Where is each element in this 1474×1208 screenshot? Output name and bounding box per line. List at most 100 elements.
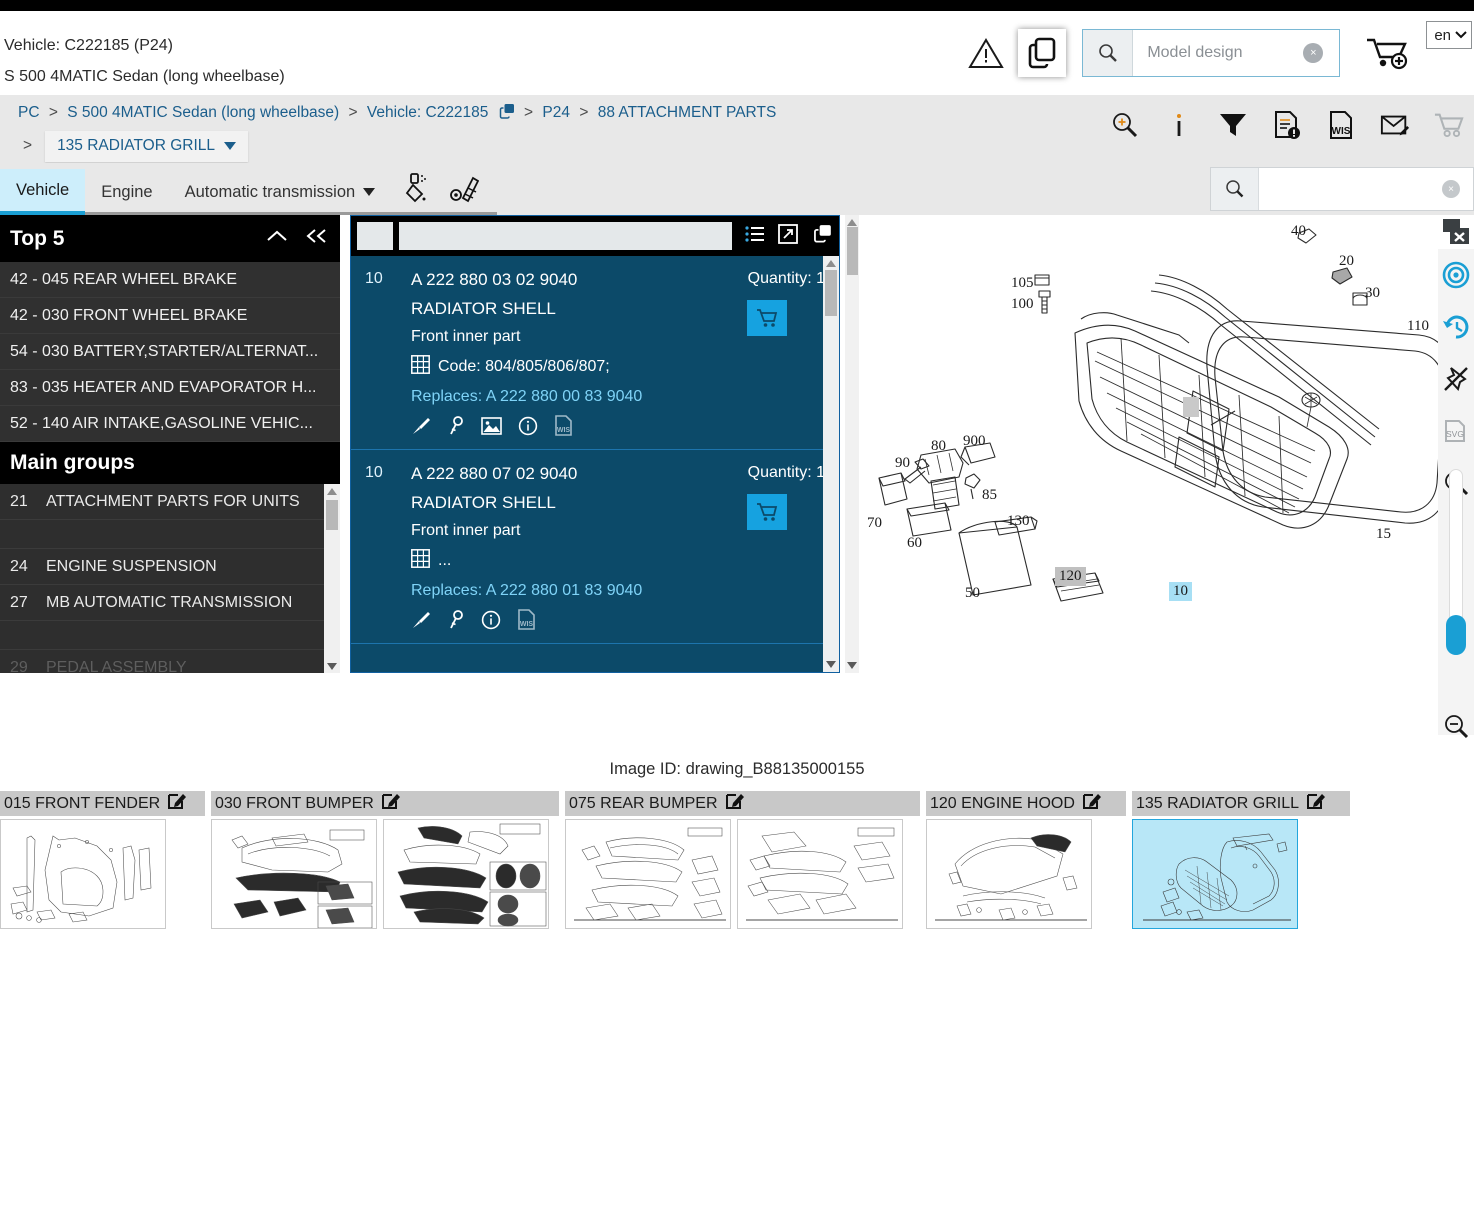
drawing-callout[interactable]: 90 <box>895 455 910 472</box>
scroll-up-arrow-icon[interactable] <box>847 219 857 226</box>
drawing-callout[interactable]: 30 <box>1365 285 1380 302</box>
copy-pages-icon[interactable] <box>811 224 833 249</box>
chevron-double-left-icon[interactable] <box>304 227 330 250</box>
thumbnail-card[interactable] <box>565 819 731 929</box>
info-circle-icon[interactable] <box>518 416 538 441</box>
thumbnail-card[interactable] <box>737 819 903 929</box>
edit-pencil-icon[interactable] <box>168 792 187 815</box>
zoom-slider-knob[interactable] <box>1446 615 1466 655</box>
tab-engine[interactable]: Engine <box>85 169 168 215</box>
drawing-callout[interactable]: 20 <box>1339 253 1354 270</box>
info-circle-icon[interactable] <box>481 610 501 635</box>
drawing-callout[interactable]: 85 <box>982 487 997 504</box>
drawing-callout[interactable]: 130 <box>1007 513 1030 530</box>
thumbnail-group-label[interactable]: 135 RADIATOR GRILL <box>1132 791 1350 816</box>
drawing-callout[interactable]: 10 <box>1169 582 1192 601</box>
top5-item[interactable]: 42 - 045 REAR WHEEL BRAKE <box>0 262 340 298</box>
paint-spray-icon[interactable] <box>403 172 433 209</box>
thumbnail-card[interactable] <box>211 819 377 929</box>
thumbnail-group-label[interactable]: 015 FRONT FENDER <box>0 791 205 816</box>
close-window-icon[interactable] <box>1438 215 1474 249</box>
add-to-cart-icon[interactable] <box>747 494 787 530</box>
parts-list-header-box-main[interactable] <box>399 222 732 250</box>
breadcrumb-item-attachment-parts[interactable]: 88 ATTACHMENT PARTS <box>598 104 777 121</box>
info-icon[interactable] <box>1164 109 1194 141</box>
part-card[interactable]: 10 A 222 880 03 02 9040 Quantity: 1 RADI… <box>351 256 839 450</box>
part-replaces[interactable]: Replaces: A 222 880 00 83 9040 <box>411 388 825 406</box>
unpin-icon[interactable] <box>1438 353 1474 405</box>
scroll-down-arrow-icon[interactable] <box>847 662 857 669</box>
parts-list-scrollbar[interactable] <box>823 256 839 672</box>
wis-document-icon[interactable]: WIS <box>554 415 573 441</box>
image-icon[interactable] <box>481 416 502 440</box>
thumbnail-card[interactable] <box>926 819 1092 929</box>
paintbrush-icon[interactable] <box>411 610 431 635</box>
document-alert-icon[interactable] <box>1272 109 1302 141</box>
main-group-item[interactable]: 29 PEDAL ASSEMBLY <box>0 650 340 674</box>
main-group-item[interactable]: 21 ATTACHMENT PARTS FOR UNITS <box>0 484 340 520</box>
parts-search-field[interactable]: × <box>1210 167 1474 211</box>
drawing-scrollbar[interactable] <box>845 215 859 673</box>
list-view-icon[interactable] <box>745 225 765 248</box>
paintbrush-icon[interactable] <box>411 416 431 441</box>
wis-document-icon[interactable]: WIS <box>517 609 536 635</box>
edit-pencil-icon[interactable] <box>1082 792 1101 815</box>
top5-item[interactable]: 83 - 035 HEATER AND EVAPORATOR H... <box>0 370 340 406</box>
main-group-item[interactable]: 24 ENGINE SUSPENSION <box>0 549 340 585</box>
warning-triangle-icon[interactable] <box>966 33 1006 73</box>
scroll-down-arrow-icon[interactable] <box>327 663 337 670</box>
main-group-item[interactable]: 27 MB AUTOMATIC TRANSMISSION <box>0 585 340 621</box>
key-search-icon[interactable] <box>447 415 465 441</box>
drawing-callout[interactable]: 120 <box>1055 567 1086 586</box>
scroll-up-arrow-icon[interactable] <box>826 260 836 267</box>
add-to-cart-icon[interactable] <box>747 300 787 336</box>
clear-icon[interactable]: × <box>1303 43 1324 63</box>
scrollbar-thumb[interactable] <box>846 227 858 275</box>
wis-document-icon[interactable]: WIS <box>1326 109 1356 141</box>
chevron-up-icon[interactable] <box>264 227 290 250</box>
parts-search-input[interactable]: × <box>1259 168 1473 210</box>
breadcrumb-item-pc[interactable]: PC <box>18 104 40 121</box>
drawing-callout[interactable]: 80 <box>931 438 946 455</box>
drawing-callout[interactable]: 105 <box>1011 275 1034 292</box>
thumbnail-card[interactable] <box>383 819 549 929</box>
drawing-callout[interactable]: 100 <box>1011 296 1034 313</box>
drawing-callout[interactable]: 50 <box>965 585 980 602</box>
clear-icon[interactable]: × <box>1442 180 1460 198</box>
scroll-up-arrow-icon[interactable] <box>327 488 337 495</box>
thumbnail-card[interactable] <box>0 819 166 929</box>
top5-item[interactable]: 42 - 030 FRONT WHEEL BRAKE <box>0 298 340 334</box>
filter-funnel-icon[interactable] <box>1218 109 1248 141</box>
copy-pages-icon[interactable] <box>498 103 515 127</box>
edit-pencil-icon[interactable] <box>1307 792 1326 815</box>
scrollbar-thumb[interactable] <box>326 500 338 530</box>
top5-item[interactable]: 54 - 030 BATTERY,STARTER/ALTERNAT... <box>0 334 340 370</box>
table-grid-icon[interactable] <box>411 549 430 573</box>
table-grid-icon[interactable] <box>411 355 430 379</box>
drawing-callout[interactable]: 900 <box>963 433 986 450</box>
history-undo-icon[interactable] <box>1438 301 1474 353</box>
parts-list-header-box-left[interactable] <box>357 222 393 250</box>
cart-add-icon[interactable] <box>1360 35 1416 71</box>
scroll-down-arrow-icon[interactable] <box>826 661 836 668</box>
shopping-cart-icon[interactable] <box>1434 109 1464 141</box>
breadcrumb-current-chip[interactable]: 135 RADIATOR GRILL <box>45 130 248 162</box>
thumbnail-card-selected[interactable] <box>1132 819 1298 929</box>
zoom-in-search-icon[interactable] <box>1110 109 1140 141</box>
language-selector[interactable]: en <box>1426 21 1472 49</box>
drawing-callout[interactable]: 40 <box>1291 223 1306 240</box>
drawing-callout[interactable]: 70 <box>867 515 882 532</box>
email-edit-icon[interactable] <box>1380 109 1410 141</box>
part-card[interactable]: 10 A 222 880 07 02 9040 Quantity: 1 RADI… <box>351 450 839 644</box>
model-designation-search[interactable]: Model design × <box>1082 29 1341 77</box>
drawing-callout[interactable]: 60 <box>907 535 922 552</box>
part-replaces[interactable]: Replaces: A 222 880 01 83 9040 <box>411 582 825 600</box>
thumbnail-group-label[interactable]: 120 ENGINE HOOD <box>926 791 1126 816</box>
edit-pencil-icon[interactable] <box>725 792 744 815</box>
drawing-callout[interactable]: 15 <box>1376 526 1391 543</box>
key-search-icon[interactable] <box>447 609 465 635</box>
scrollbar-thumb[interactable] <box>825 270 837 316</box>
svg-export-icon[interactable]: SVG <box>1438 405 1474 457</box>
main-groups-scrollbar[interactable] <box>324 484 340 673</box>
thumbnail-group-label[interactable]: 030 FRONT BUMPER <box>211 791 559 816</box>
